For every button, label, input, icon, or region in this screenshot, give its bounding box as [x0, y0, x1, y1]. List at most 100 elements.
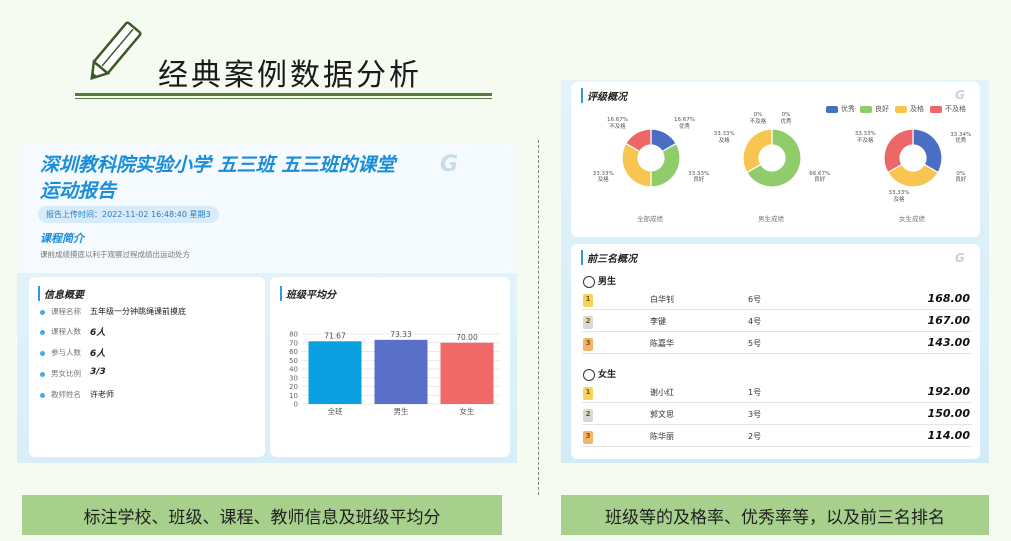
slice-label: 0% 良好 — [955, 170, 967, 184]
rank-medal-icon: 1 — [583, 387, 593, 400]
info-value: 6人 — [90, 349, 106, 359]
avg-card-title: 班级平均分 — [280, 286, 336, 301]
student-score: 143.00 — [927, 336, 970, 349]
info-label: 参与人数 — [40, 347, 81, 358]
slice-label: 0% 不及格 — [749, 112, 767, 125]
info-label: 课程人数 — [40, 326, 81, 337]
donut-slice — [742, 128, 773, 174]
student-score: 192.00 — [927, 385, 970, 398]
student-number: 1号 — [748, 388, 762, 397]
info-value: 许老师 — [90, 390, 114, 399]
student-number: 3号 — [748, 410, 762, 419]
donut-slice — [650, 142, 681, 188]
caption-right: 班级等的及格率、优秀率等，以及前三名排名 — [561, 495, 989, 535]
student-number: 6号 — [748, 295, 762, 304]
bar — [308, 341, 362, 404]
rank-row: 3 陈华丽 2号 114.00 — [582, 425, 972, 447]
slice-label: 33.33% 及格 — [592, 170, 614, 184]
slice-label: 33.33% 及格 — [713, 131, 735, 144]
student-score: 167.00 — [927, 314, 970, 327]
y-tick-label: 20 — [289, 383, 298, 391]
brand-logo-icon: G — [440, 152, 459, 177]
x-tick-label: 女生 — [460, 406, 475, 416]
slide-title: 经典案例数据分析 — [158, 58, 422, 93]
rating-card-title: 评级概况 — [581, 88, 627, 103]
slice-label: 33.33% 及格 — [888, 190, 910, 203]
girl-avatar-icon — [583, 368, 595, 381]
boys-header: 男生 — [583, 274, 616, 288]
y-tick-label: 60 — [289, 348, 298, 356]
rank-row: 1 谢小红 1号 192.00 — [582, 381, 972, 403]
girls-header: 女生 — [583, 367, 616, 381]
slice-label: 33.33% 不及格 — [854, 131, 876, 144]
upload-time-badge: 报告上传时间：2022-11-02 16:48:40 星期3 — [38, 206, 219, 223]
title-underline — [75, 93, 492, 96]
rank-medal-icon: 2 — [583, 316, 593, 329]
y-tick-label: 10 — [289, 392, 298, 400]
caption-left: 标注学校、班级、课程、教师信息及班级平均分 — [22, 495, 502, 535]
rank-medal-icon: 3 — [583, 338, 593, 351]
y-tick-label: 50 — [289, 357, 298, 365]
slice-label: 33.33% 良好 — [688, 170, 710, 184]
y-tick-label: 0 — [294, 401, 298, 409]
y-tick-label: 70 — [289, 339, 298, 347]
bullet-icon — [40, 350, 45, 356]
info-label: 教师姓名 — [40, 389, 81, 400]
student-name: 郭文思 — [650, 410, 674, 419]
student-name: 陈华丽 — [650, 432, 674, 441]
donut-slice — [883, 128, 914, 174]
student-score: 150.00 — [927, 407, 970, 420]
student-number: 5号 — [748, 339, 762, 348]
course-section-title: 课程简介 — [40, 232, 84, 245]
y-tick-label: 40 — [289, 366, 298, 374]
bar-value-label: 73.33 — [390, 330, 412, 339]
top3-card-title: 前三名概况 — [581, 250, 637, 265]
info-value: 五年级一分钟跳绳课前摸底 — [90, 307, 186, 316]
student-number: 2号 — [748, 432, 762, 441]
info-card-title: 信息概要 — [38, 286, 84, 301]
slice-label: 0% 优秀 — [780, 112, 792, 125]
info-summary-card — [29, 277, 265, 457]
slice-label: 16.67% 不及格 — [606, 117, 628, 130]
rank-medal-icon: 1 — [583, 294, 593, 307]
rank-medal-icon: 3 — [583, 431, 593, 444]
donut-caption: 女生成绩 — [899, 215, 925, 223]
info-label: 课程名称 — [40, 306, 81, 317]
bar-value-label: 70.00 — [456, 333, 478, 342]
donut-caption: 男生成绩 — [758, 215, 784, 223]
brand-logo-icon: G — [955, 88, 965, 102]
bar — [374, 339, 428, 404]
x-tick-label: 男生 — [394, 406, 409, 416]
rank-medal-icon: 2 — [583, 409, 593, 422]
y-tick-label: 80 — [289, 331, 298, 339]
average-bar-chart: 01020304050607080 71.67 全班 73.33 男生 70.00 女生 — [289, 330, 500, 416]
brand-logo-icon: G — [955, 251, 965, 265]
info-value: 6人 — [90, 328, 106, 338]
slice-label: 66.67% 良好 — [809, 170, 831, 184]
student-name: 白华钊 — [650, 295, 674, 304]
info-label: 男女比例 — [40, 368, 81, 379]
section-divider — [538, 140, 539, 495]
rank-row: 2 李键 4号 167.00 — [582, 310, 972, 332]
title-underline-thin — [75, 98, 492, 99]
bullet-icon — [40, 392, 45, 398]
pencil-icon — [90, 21, 142, 81]
student-score: 168.00 — [927, 292, 970, 305]
rank-row: 3 陈嘉华 5号 143.00 — [582, 332, 972, 354]
student-name: 李键 — [650, 317, 666, 326]
boy-avatar-icon — [583, 275, 595, 288]
x-tick-label: 全班 — [328, 406, 343, 416]
rank-row: 2 郭文思 3号 150.00 — [582, 403, 972, 425]
report-title: 深圳教科院实验小学 五三班 五三班的课堂运动报告 — [40, 154, 396, 202]
bar — [440, 342, 494, 404]
donut-caption: 全部成绩 — [637, 215, 663, 223]
slice-label: 16.67% 优秀 — [674, 117, 695, 130]
bullet-icon — [40, 371, 45, 377]
info-value: 3/3 — [90, 367, 106, 377]
bar-value-label: 71.67 — [324, 331, 346, 340]
bullet-icon — [40, 329, 45, 335]
course-description: 课前成绩摸底以利于观察过程成绩出运动处方 — [40, 250, 190, 259]
student-number: 4号 — [748, 317, 762, 326]
student-name: 陈嘉华 — [650, 339, 674, 348]
bullet-icon — [40, 309, 45, 315]
